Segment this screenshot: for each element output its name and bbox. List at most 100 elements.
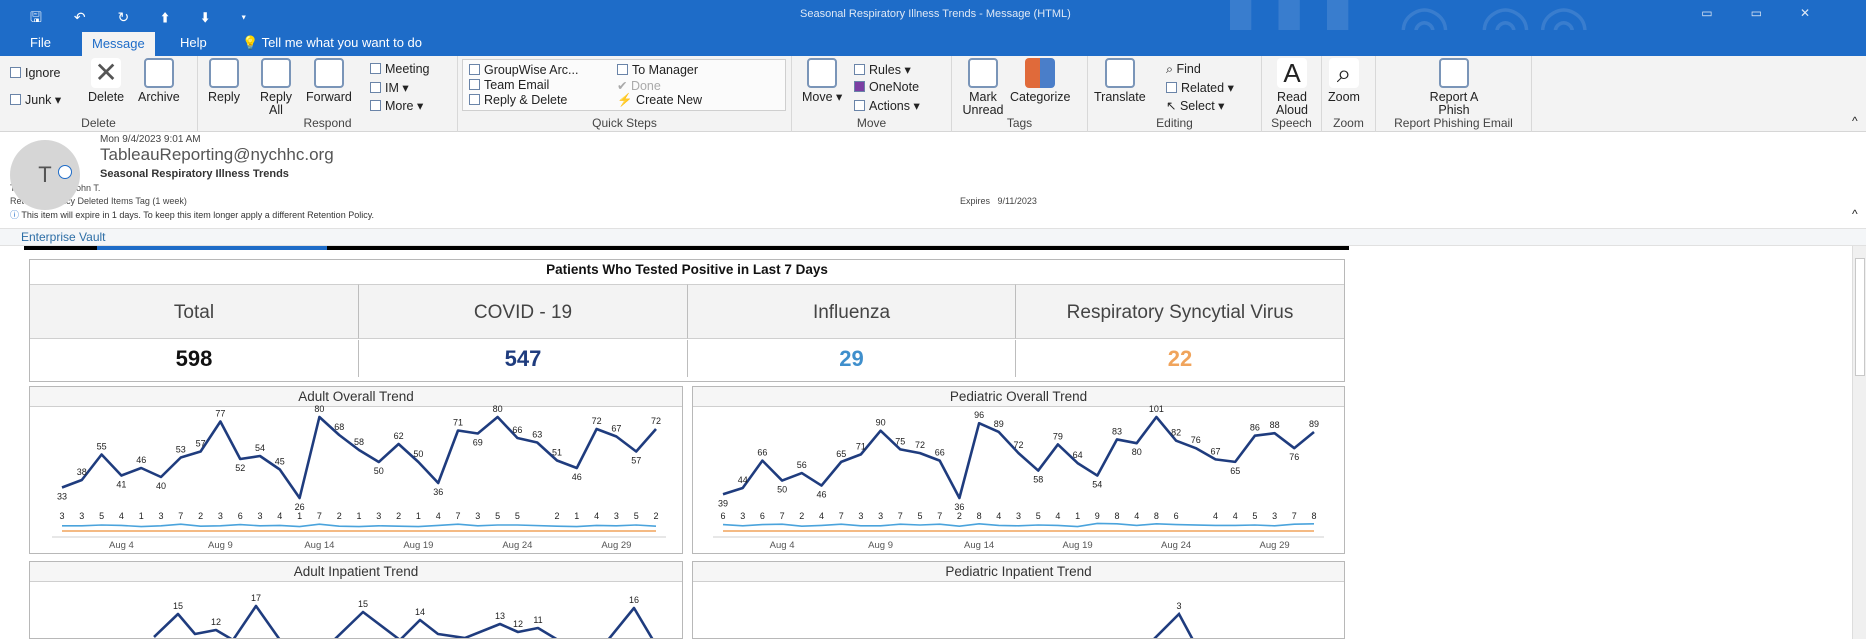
quick-step-to-manager[interactable]: To Manager xyxy=(617,63,698,77)
summary-title: Patients Who Tested Positive in Last 7 D… xyxy=(30,260,1344,280)
influenza-data-label: 6 xyxy=(238,511,243,521)
tab-file[interactable]: File xyxy=(20,30,61,56)
covid-data-label: 56 xyxy=(797,460,807,470)
delete-x-icon: ✕ xyxy=(91,58,122,88)
vertical-scrollbar[interactable] xyxy=(1852,246,1866,639)
categorize-button[interactable]: Categorize xyxy=(1010,58,1070,104)
covid-data-label: 62 xyxy=(394,431,404,441)
quick-step-groupwise[interactable]: GroupWise Arc... xyxy=(469,63,578,77)
move-folder-icon xyxy=(807,58,838,88)
rsv-value: 22 xyxy=(1167,346,1193,371)
covid-data-label: 72 xyxy=(592,416,602,426)
junk-label: Junk xyxy=(25,93,52,107)
influenza-data-label: 3 xyxy=(1272,511,1277,521)
envelope-icon xyxy=(968,58,998,88)
collapse-ribbon-chevron-icon[interactable]: ^ xyxy=(1852,114,1858,128)
covid-data-label: 96 xyxy=(974,410,984,420)
actions-button[interactable]: Actions ▾ xyxy=(854,98,920,113)
x-tick-label: Aug 19 xyxy=(1063,540,1093,551)
enterprise-vault-link[interactable]: Enterprise Vault xyxy=(21,230,106,244)
translate-button[interactable]: Translate xyxy=(1094,58,1146,104)
quick-step-done[interactable]: ✔ Done xyxy=(617,78,661,93)
covid-data-label: 88 xyxy=(1270,420,1280,430)
covid-data-label: 65 xyxy=(836,449,846,459)
reply-all-button[interactable]: Reply All xyxy=(256,58,296,117)
select-button[interactable]: ↖ Select ▾ xyxy=(1166,98,1224,113)
quick-step-reply-delete[interactable]: Reply & Delete xyxy=(469,93,567,107)
covid-data-label: 80 xyxy=(314,404,324,414)
report-phish-button[interactable]: Report A Phish xyxy=(1416,58,1492,117)
covid-data-label: 75 xyxy=(895,436,905,446)
message-from[interactable]: TableauReporting@nychhc.org xyxy=(100,145,334,165)
pediatric-overall-panel: Pediatric Overall Trend 6367247337572843… xyxy=(692,386,1345,554)
covid-series-line xyxy=(61,415,657,500)
group-phish: Report A Phish Report Phishing Email xyxy=(1376,56,1532,132)
rsv-header: Respiratory Syncytial Virus xyxy=(1016,284,1344,339)
meeting-button[interactable]: Meeting xyxy=(370,62,429,76)
influenza-data-label: 3 xyxy=(79,511,84,521)
covid-data-label: 12 xyxy=(513,619,523,629)
influenza-data-label: 3 xyxy=(740,511,745,521)
influenza-data-label: 1 xyxy=(574,511,579,521)
tell-me-search[interactable]: 💡 Tell me what you want to do xyxy=(232,30,432,56)
covid-data-label: 69 xyxy=(473,438,483,448)
im-button[interactable]: IM ▾ xyxy=(370,80,409,95)
mark-unread-button[interactable]: Mark Unread xyxy=(958,58,1008,117)
influenza-data-label: 4 xyxy=(819,511,824,521)
rules-button[interactable]: Rules ▾ xyxy=(854,62,911,77)
window-controls[interactable]: ▭▭✕ xyxy=(1701,6,1848,20)
covid-data-label: 68 xyxy=(334,422,344,432)
quick-step-groupwise-label: GroupWise Arc... xyxy=(484,63,579,77)
influenza-data-label: 2 xyxy=(337,511,342,521)
move-button[interactable]: Move ▾ xyxy=(802,58,842,104)
covid-data-label: 58 xyxy=(354,437,364,447)
delete-button[interactable]: ✕ Delete xyxy=(88,58,124,104)
quick-step-reply-delete-label: Reply & Delete xyxy=(484,93,568,107)
avatar-status-icon xyxy=(58,165,72,179)
covid-data-label: 54 xyxy=(1092,480,1102,490)
quick-access-toolbar[interactable]: 🖫 ↶ ↻ ⬆ ⬇ ▾ xyxy=(30,7,260,30)
more-button[interactable]: More ▾ xyxy=(370,98,423,113)
adult-overall-chart: 3 3 5 4 1 3 7 2 3 6 3 4 1 7 2 1 3 2 1 4 7 3 5 5 2 1 4 3 5 23338554146… xyxy=(52,404,666,551)
collapse-header-chevron-icon[interactable]: ^ xyxy=(1852,207,1858,221)
related-button[interactable]: Related ▾ xyxy=(1166,80,1234,95)
quick-step-create-new[interactable]: ⚡ Create New xyxy=(617,93,702,108)
tab-help[interactable]: Help xyxy=(170,30,217,56)
adult-overall-panel: Adult Overall Trend 33541372363417213214… xyxy=(29,386,683,554)
influenza-data-label: 2 xyxy=(957,511,962,521)
tags-group-label: Tags xyxy=(1006,116,1033,130)
read-aloud-button[interactable]: A Read Aloud xyxy=(1270,58,1314,117)
covid-data-label: 65 xyxy=(1230,466,1240,476)
covid-data-label: 80 xyxy=(493,404,503,414)
ignore-button[interactable]: Ignore xyxy=(10,66,60,80)
influenza-data-label: 8 xyxy=(977,511,982,521)
ribbon-tabs: File Message Help 💡 Tell me what you wan… xyxy=(0,30,1866,56)
archive-button[interactable]: Archive xyxy=(138,58,180,104)
x-tick-label: Aug 4 xyxy=(109,540,134,551)
covid-data-label: 58 xyxy=(1033,475,1043,485)
reply-all-icon xyxy=(261,58,291,88)
quick-step-team-email[interactable]: Team Email xyxy=(469,78,549,92)
covid-data-label: 40 xyxy=(156,481,166,491)
junk-button[interactable]: Junk ▾ xyxy=(10,92,61,107)
junk-icon xyxy=(10,94,21,105)
folder-icon xyxy=(469,64,480,75)
influenza-data-label: 7 xyxy=(839,511,844,521)
find-button[interactable]: ⌕ Find xyxy=(1166,62,1201,77)
covid-data-label: 71 xyxy=(856,441,866,451)
tell-me-text: Tell me what you want to do xyxy=(261,35,422,50)
scrollbar-thumb[interactable] xyxy=(1855,258,1865,376)
covid-data-label: 66 xyxy=(935,448,945,458)
covid-data-label: 71 xyxy=(453,418,463,428)
pediatric-overall-chart: 6 3 6 7 2 4 7 3 3 7 5 7 2 8 4 3 5 4 1 9 8 4 8 6 4 4 5 3 7 83944665056… xyxy=(713,404,1324,551)
tab-message[interactable]: Message xyxy=(82,32,155,56)
forward-button[interactable]: Forward xyxy=(306,58,352,104)
influenza-data-label: 5 xyxy=(99,511,104,521)
influenza-series-line xyxy=(722,522,1315,528)
onenote-button[interactable]: OneNote xyxy=(854,80,919,94)
zoom-button[interactable]: ⌕ Zoom xyxy=(1328,58,1360,104)
influenza-data-label: 4 xyxy=(1233,511,1238,521)
reply-button[interactable]: Reply xyxy=(208,58,240,104)
influenza-data-label: 4 xyxy=(277,511,282,521)
ribbon: Ignore Junk ▾ ✕ Delete Archive Delete Rep… xyxy=(0,56,1866,132)
